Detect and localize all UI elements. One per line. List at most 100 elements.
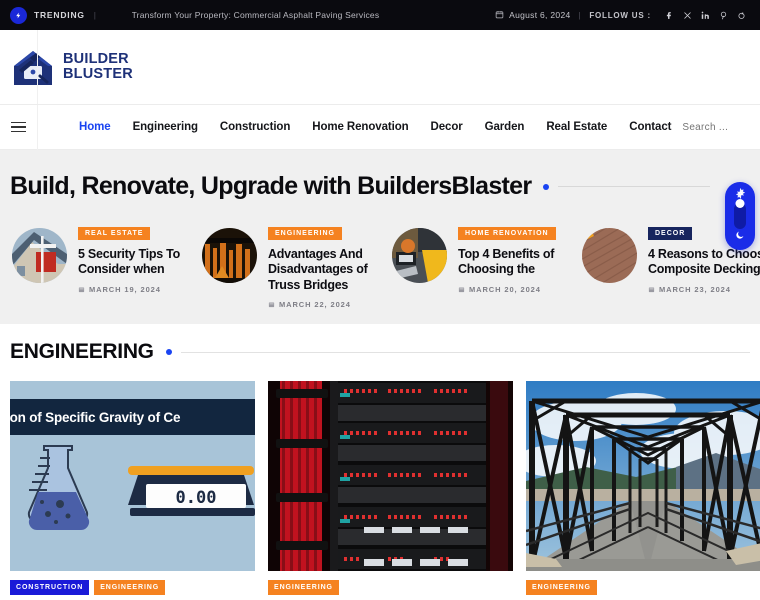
reddit-icon[interactable]: [735, 9, 748, 22]
post-card[interactable]: ENGINEERING: [526, 381, 760, 600]
logo-wordmark: BUILDER BLUSTER: [63, 50, 133, 83]
post-card[interactable]: ENGINEERING: [268, 381, 513, 600]
hero-section: Build, Renovate, Upgrade with BuildersBl…: [0, 150, 760, 324]
logo-line-2: BLUSTER: [63, 66, 133, 82]
nav-item-decor[interactable]: Decor: [420, 121, 474, 133]
featured-post-title[interactable]: Advantages And Disadvantages of Truss Br…: [268, 247, 392, 293]
section-heading-row: ENGINEERING: [10, 340, 750, 364]
featured-post-body: REAL ESTATE 5 Security Tips To Consider …: [78, 221, 202, 309]
hamburger-line: [11, 126, 26, 128]
site-logo[interactable]: BUILDER BLUSTER: [10, 46, 133, 88]
topbar-divider: |: [578, 10, 582, 20]
section-title: ENGINEERING: [10, 340, 154, 363]
x-twitter-icon[interactable]: [681, 9, 694, 22]
section-rule: [180, 351, 750, 353]
social-links: [658, 9, 748, 22]
calendar-icon: [78, 286, 85, 292]
post-tags: ENGINEERING: [526, 580, 760, 595]
masthead: BUILDER BLUSTER: [0, 30, 760, 105]
topbar-right-group: August 6, 2024 | FOLLOW US :: [495, 9, 748, 22]
worker-renovation-photo: [392, 228, 447, 283]
featured-post-title[interactable]: 5 Security Tips To Consider when: [78, 247, 202, 278]
accent-dot: [165, 349, 172, 355]
category-badge[interactable]: HOME RENOVATION: [458, 227, 556, 240]
hero-heading-row: Build, Renovate, Upgrade with BuildersBl…: [10, 172, 750, 201]
featured-post-date: MARCH 19, 2024: [78, 285, 202, 294]
hamburger-line: [11, 130, 26, 133]
nav-items: Home Engineering Construction Home Renov…: [68, 121, 682, 133]
hero-title: Build, Renovate, Upgrade with BuildersBl…: [10, 172, 532, 200]
primary-navigation: Home Engineering Construction Home Renov…: [0, 104, 760, 150]
featured-post-body: ENGINEERING Advantages And Disadvantages…: [268, 221, 392, 309]
hero-rule: [558, 186, 710, 187]
post-tag[interactable]: ENGINEERING: [526, 580, 597, 595]
post-tag[interactable]: CONSTRUCTION: [10, 580, 90, 595]
post-grid: rmination of Specific Gravity of Ce: [10, 381, 760, 600]
featured-post-body: HOME RENOVATION Top 4 Benefits of Choosi…: [458, 221, 582, 309]
featured-post-card[interactable]: REAL ESTATE 5 Security Tips To Consider …: [12, 221, 202, 309]
trending-label: TRENDING: [34, 10, 85, 20]
calendar-icon: [268, 302, 275, 307]
house-tools-logo-icon: [10, 46, 56, 88]
nav-item-construction[interactable]: Construction: [209, 121, 301, 133]
follow-us-label: FOLLOW US :: [589, 10, 651, 20]
moon-icon[interactable]: [735, 230, 745, 243]
illustration-canvas: rmination of Specific Gravity of Ce: [10, 381, 255, 571]
hamburger-menu-icon[interactable]: [0, 104, 38, 150]
toggle-track[interactable]: [734, 199, 746, 229]
nav-item-home-renovation[interactable]: Home Renovation: [301, 121, 419, 133]
featured-post-title[interactable]: 4 Reasons to Choose Composite Decking: [648, 247, 760, 278]
illustration-caption: rmination of Specific Gravity of Ce: [10, 409, 181, 425]
trending-separator: |: [93, 10, 97, 20]
post-tags: ENGINEERING: [268, 580, 513, 595]
composite-decking-board-photo: [582, 228, 637, 283]
hamburger-line: [11, 121, 26, 124]
category-badge[interactable]: ENGINEERING: [268, 227, 343, 240]
featured-post-date: MARCH 23, 2024: [648, 285, 760, 294]
nav-item-engineering[interactable]: Engineering: [122, 121, 209, 133]
facebook-icon[interactable]: [663, 9, 676, 22]
featured-posts-list: REAL ESTATE 5 Security Tips To Consider …: [10, 221, 760, 309]
featured-post-date-text: MARCH 20, 2024: [469, 284, 541, 294]
category-badge[interactable]: REAL ESTATE: [78, 227, 151, 240]
specific-gravity-of-cement-illustration[interactable]: rmination of Specific Gravity of Ce: [10, 381, 255, 571]
bolt-icon: [10, 6, 27, 24]
post-tags: CONSTRUCTION ENGINEERING: [10, 580, 255, 595]
post-card[interactable]: rmination of Specific Gravity of Ce: [10, 381, 255, 600]
featured-post-card[interactable]: ENGINEERING Advantages And Disadvantages…: [202, 221, 392, 309]
featured-post-date: MARCH 20, 2024: [458, 285, 582, 294]
illustration-title-bar: rmination of Specific Gravity of Ce: [10, 399, 255, 435]
featured-post-date-text: MARCH 23, 2024: [659, 284, 731, 294]
featured-post-card[interactable]: HOME RENOVATION Top 4 Benefits of Choosi…: [392, 221, 582, 309]
calendar-icon: [495, 10, 504, 21]
calendar-icon: [648, 286, 655, 292]
search-area: [682, 120, 760, 135]
linkedin-icon[interactable]: [699, 9, 712, 22]
steel-truss-bridge-photo[interactable]: [526, 381, 760, 571]
category-badge[interactable]: DECOR: [648, 227, 693, 240]
toggle-knob[interactable]: [735, 199, 745, 208]
nav-item-garden[interactable]: Garden: [474, 121, 536, 133]
featured-post-title[interactable]: Top 4 Benefits of Choosing the: [458, 247, 582, 278]
dark-mode-toggle-widget[interactable]: [725, 182, 755, 250]
engineering-section: ENGINEERING rmination of Specific Gravit…: [0, 324, 760, 600]
nav-item-real-estate[interactable]: Real Estate: [535, 121, 618, 133]
post-tag[interactable]: ENGINEERING: [94, 580, 166, 595]
scale-reading: 0.00: [176, 488, 217, 508]
featured-post-date: MARCH 22, 2024: [268, 300, 392, 309]
for-rent-sign-house-photo: [12, 228, 67, 283]
featured-post-date-text: MARCH 19, 2024: [89, 284, 161, 294]
timber-truss-structure-photo: [202, 228, 257, 283]
pinterest-icon[interactable]: [717, 9, 730, 22]
nav-item-home[interactable]: Home: [68, 121, 122, 133]
nav-item-contact[interactable]: Contact: [618, 121, 682, 133]
post-tag[interactable]: ENGINEERING: [268, 580, 339, 595]
trending-headline[interactable]: Transform Your Property: Commercial Asph…: [132, 10, 380, 20]
calendar-icon: [458, 286, 465, 292]
server-rack-patch-panel-photo[interactable]: [268, 381, 513, 571]
featured-post-date-text: MARCH 22, 2024: [279, 299, 351, 309]
current-date: August 6, 2024: [509, 10, 571, 20]
search-input[interactable]: [682, 121, 760, 133]
accent-dot: [543, 183, 550, 190]
logo-line-1: BUILDER: [63, 50, 129, 67]
